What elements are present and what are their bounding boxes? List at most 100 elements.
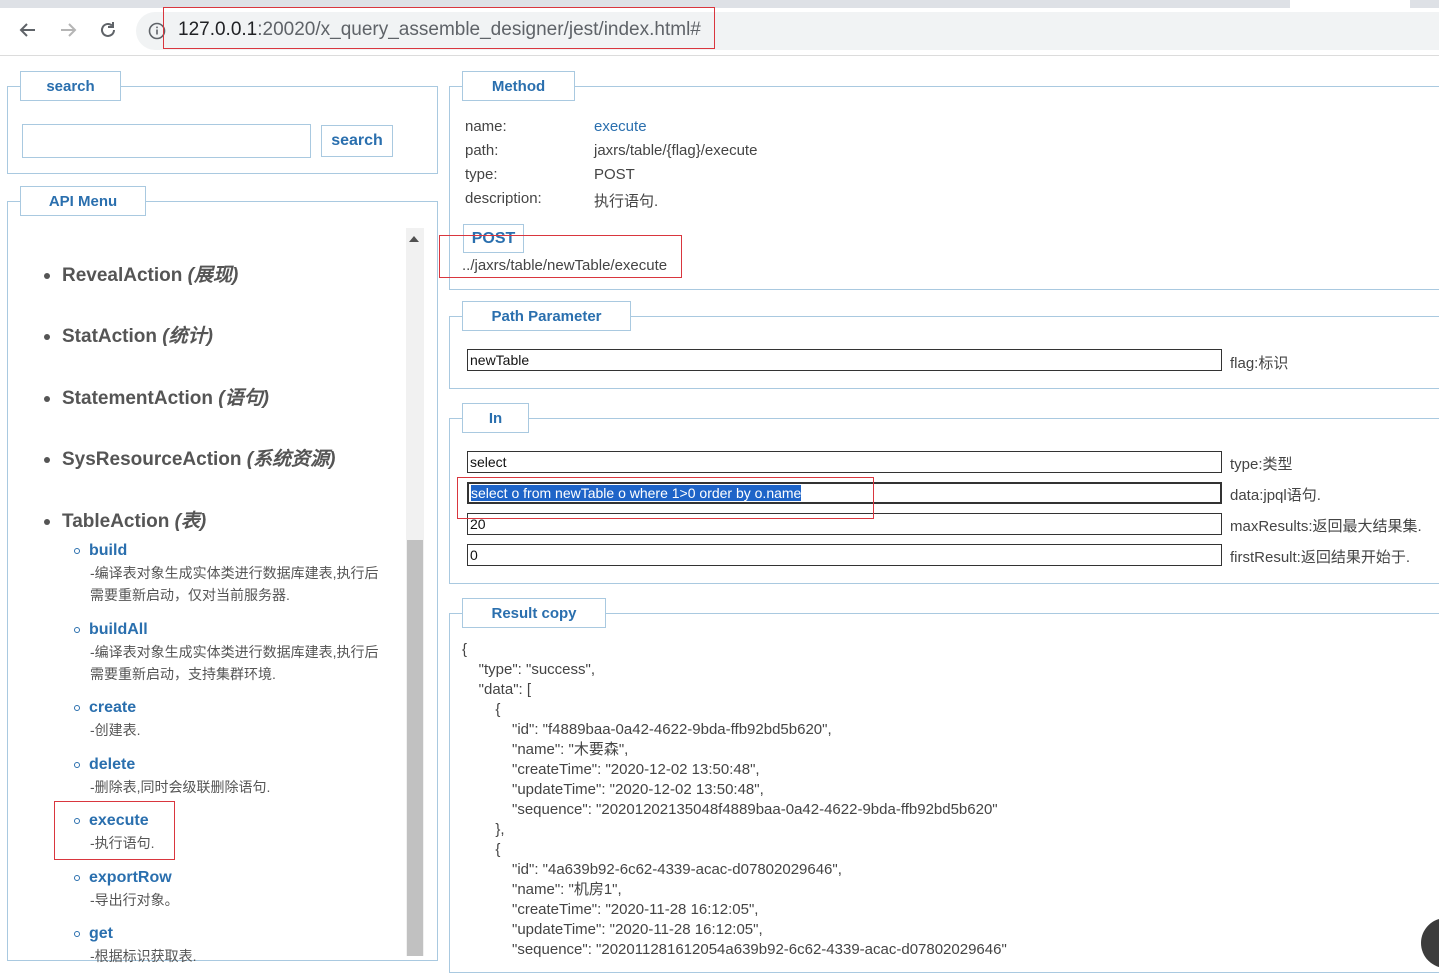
item-name: get [89, 925, 113, 942]
flag-input[interactable]: newTable [467, 349, 1222, 371]
item-name: exportRow [89, 869, 172, 886]
category-name: StatAction [62, 326, 157, 347]
circle-bullet-icon [74, 547, 80, 554]
method-name-value[interactable]: execute [594, 118, 647, 135]
menu-category-table[interactable]: TableAction (表) [44, 506, 206, 533]
category-cn: (语句) [218, 388, 269, 409]
scroll-up-icon[interactable] [409, 236, 419, 242]
menu-item-link[interactable]: get [74, 925, 404, 943]
json-line: "updateTime": "2020-11-28 16:12:05", [462, 921, 763, 938]
max-results-label: maxResults:返回最大结果集. [1230, 518, 1422, 535]
menu-category-reveal[interactable]: RevealAction (展现) [44, 260, 238, 287]
method-legend: Method [462, 71, 575, 101]
menu-item-buildall: buildAll -编译表对象生成实体类进行数据库建表,执行后 需要重新启动，支持… [74, 621, 404, 685]
result-json: { "type": "success", "data": [ { "id": "… [462, 640, 1007, 960]
circle-bullet-icon [74, 704, 80, 711]
menu-item-link[interactable]: buildAll [74, 621, 404, 639]
category-name: SysResourceAction [62, 449, 242, 470]
item-desc: -根据标识获取表. [90, 945, 404, 967]
type-input[interactable]: select [467, 451, 1222, 473]
category-name: RevealAction [62, 265, 183, 286]
json-line: "name": "机房1", [462, 881, 622, 898]
item-name: build [89, 542, 128, 559]
menu-item-link[interactable]: exportRow [74, 869, 404, 887]
category-cn: (展现) [187, 265, 239, 286]
json-line: "id": "f4889baa-0a42-4622-9bda-ffb92bd5b… [462, 721, 832, 738]
item-desc: -删除表,同时会级联删除语句. [90, 776, 404, 798]
first-result-label: firstResult:返回结果开始于. [1230, 549, 1411, 566]
search-button[interactable]: search [321, 125, 393, 157]
flag-label: flag:标识 [1230, 355, 1289, 372]
bullet-icon [44, 456, 50, 463]
forward-icon[interactable] [54, 16, 82, 44]
circle-bullet-icon [74, 761, 80, 768]
menu-category-stat[interactable]: StatAction (统计) [44, 321, 213, 348]
category-cn: (统计) [162, 326, 213, 347]
desc-line: -导出行对象。 [90, 892, 179, 908]
menu-category-statement[interactable]: StatementAction (语句) [44, 383, 269, 410]
json-line: "id": "4a639b92-6c62-4339-acac-d07802029… [462, 861, 842, 878]
api-menu-legend: API Menu [20, 186, 146, 216]
json-line: { [462, 841, 501, 858]
scrollbar-thumb[interactable] [407, 540, 423, 956]
method-type-value: POST [594, 166, 635, 183]
category-cn: (系统资源) [246, 449, 336, 470]
in-legend: In [462, 403, 529, 433]
menu-item-link[interactable]: create [74, 699, 404, 717]
browser-toolbar: 127.0.0.1:20020/x_query_assemble_designe… [0, 0, 1439, 56]
category-name: TableAction [62, 511, 170, 532]
bullet-icon [44, 518, 50, 525]
json-line: "data": [ [462, 681, 532, 698]
result-copy-legend[interactable]: Result copy [462, 598, 606, 628]
search-legend: search [20, 71, 121, 101]
menu-category-sysresource[interactable]: SysResourceAction (系统资源) [44, 444, 335, 471]
bullet-icon [44, 395, 50, 402]
menu-item-delete: delete -删除表,同时会级联删除语句. [74, 756, 404, 798]
item-name: create [89, 699, 137, 716]
menu-item-link[interactable]: delete [74, 756, 404, 774]
method-type-label: type: [465, 166, 498, 183]
annotation-box-post [439, 235, 682, 278]
json-line: "sequence": "20201202135048f4889baa-0a42… [462, 801, 998, 818]
desc-line: 需要重新启动，支持集群环境. [90, 666, 276, 682]
method-path-label: path: [465, 142, 499, 159]
json-line: "name": "木要森", [462, 741, 629, 758]
json-line: "updateTime": "2020-12-02 13:50:48", [462, 781, 764, 798]
annotation-box-execute [54, 801, 175, 860]
method-desc-label: description: [465, 190, 542, 207]
first-result-input[interactable]: 0 [467, 544, 1222, 566]
menu-item-exportrow: exportRow -导出行对象。 [74, 869, 404, 911]
method-name-label: name: [465, 118, 507, 135]
method-desc-value: 执行语句. [594, 193, 659, 210]
json-line: { [462, 641, 468, 658]
item-desc: -创建表. [90, 719, 404, 741]
menu-item-create: create -创建表. [74, 699, 404, 741]
item-desc: -编译表对象生成实体类进行数据库建表,执行后 需要重新启动，支持集群环境. [90, 641, 404, 685]
desc-line: -编译表对象生成实体类进行数据库建表,执行后 [90, 644, 379, 660]
annotation-box-data [457, 477, 874, 519]
desc-line: 需要重新启动，仅对当前服务器. [90, 587, 290, 603]
menu-item-link[interactable]: build [74, 542, 404, 560]
item-name: delete [89, 756, 136, 773]
back-icon[interactable] [14, 16, 42, 44]
json-line: "createTime": "2020-11-28 16:12:05", [462, 901, 759, 918]
reload-icon[interactable] [94, 16, 122, 44]
item-desc: -编译表对象生成实体类进行数据库建表,执行后 需要重新启动，仅对当前服务器. [90, 562, 404, 606]
desc-line: -编译表对象生成实体类进行数据库建表,执行后 [90, 565, 379, 581]
desc-line: -删除表,同时会级联删除语句. [90, 779, 271, 795]
item-name: buildAll [89, 621, 148, 638]
method-path-value: jaxrs/table/{flag}/execute [594, 142, 758, 159]
active-tab[interactable] [1290, 0, 1410, 8]
circle-bullet-icon [74, 874, 80, 881]
category-cn: (表) [174, 511, 207, 532]
search-input[interactable] [22, 124, 311, 158]
circle-bullet-icon [74, 930, 80, 937]
json-line: "createTime": "2020-12-02 13:50:48", [462, 761, 760, 778]
type-label: type:类型 [1230, 456, 1293, 473]
data-label: data:jpql语句. [1230, 487, 1321, 504]
category-name: StatementAction [62, 388, 213, 409]
annotation-box-url [163, 7, 715, 49]
bullet-icon [44, 272, 50, 279]
menu-item-build: build -编译表对象生成实体类进行数据库建表,执行后 需要重新启动，仅对当前服… [74, 542, 404, 606]
circle-bullet-icon [74, 626, 80, 633]
